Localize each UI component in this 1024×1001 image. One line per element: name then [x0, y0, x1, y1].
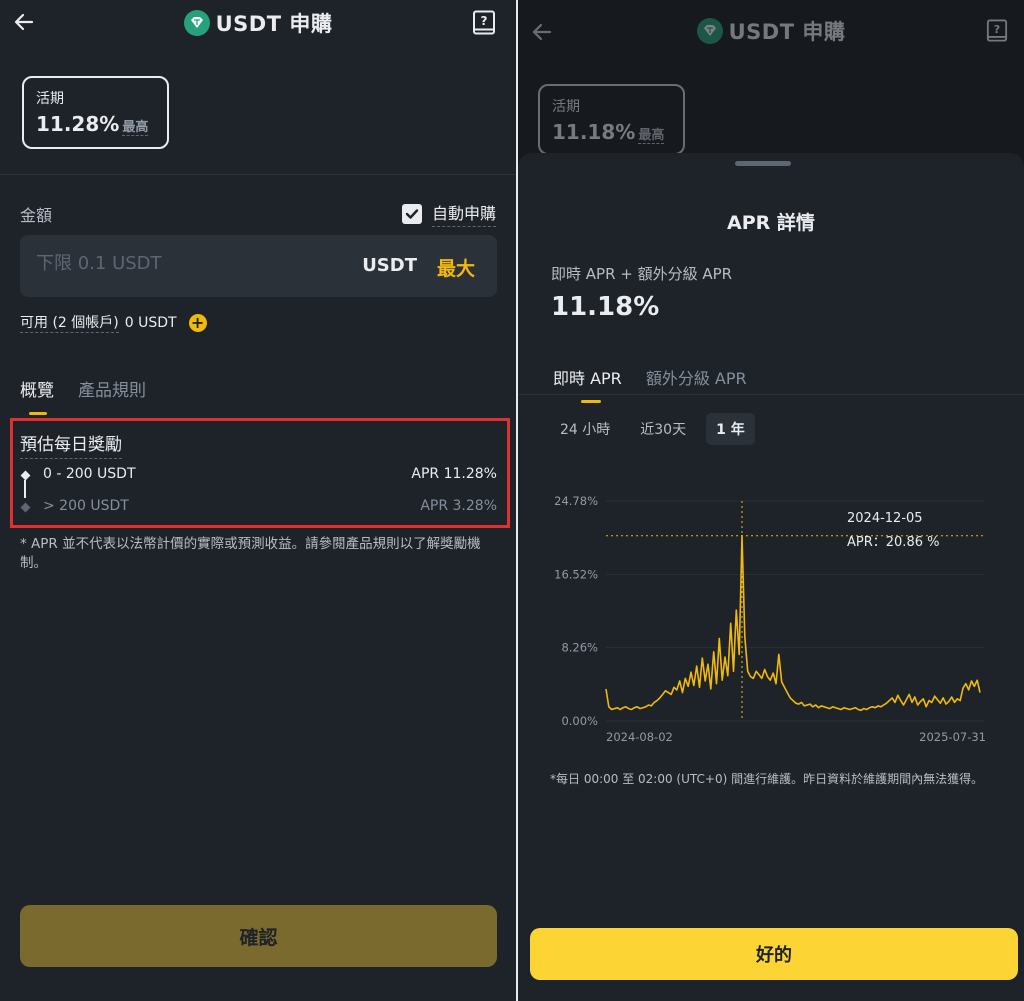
apr-tabs: 即時 APR 額外分級 APR — [553, 365, 747, 403]
auto-subscribe-label: 自動申購 — [431, 200, 496, 227]
tabs-divider — [518, 394, 1024, 395]
term-rate: 11.28% 最高 — [36, 112, 155, 136]
svg-text:?: ? — [481, 14, 488, 28]
amount-input[interactable] — [36, 253, 276, 274]
tab-overview[interactable]: 概覽 — [20, 376, 54, 415]
term-option-flexible: 活期 11.18% 最高 — [538, 84, 685, 155]
time-range-selector: 24 小時 近30天 1 年 — [550, 413, 755, 445]
tab-realtime-apr[interactable]: 即時 APR — [553, 365, 622, 403]
usdt-coin-icon — [183, 10, 210, 36]
section-divider — [0, 174, 516, 175]
tier-apr: APR 11.28% — [411, 466, 497, 482]
amount-unit: USDT — [362, 255, 417, 276]
usdt-coin-icon — [696, 18, 723, 44]
page-title: USDT 申購 — [215, 12, 333, 36]
term-rate: 11.18% 最高 — [552, 120, 671, 144]
sheet-drag-handle[interactable] — [735, 161, 791, 166]
tier-range: 0 - 200 USDT — [43, 466, 136, 482]
dimmed-background[interactable]: USDT 申購 ? 活期 11.18% 最高 — [518, 0, 1024, 175]
left-screen: USDT 申購 ? 活期 11.28%最高 金額 自動申購 USDT 最大 可用… — [0, 0, 516, 1001]
range-24h[interactable]: 24 小時 — [550, 413, 620, 445]
help-book-icon: ? — [986, 19, 1008, 42]
range-30d[interactable]: 近30天 — [630, 413, 696, 445]
term-label: 活期 — [552, 99, 580, 115]
term-label: 活期 — [36, 91, 64, 107]
amount-field: USDT 最大 — [20, 235, 497, 297]
apr-details-sheet: APR 詳情 即時 APR + 額外分級 APR 11.18% 即時 APR 額… — [518, 153, 1024, 1001]
checkmark-icon — [405, 208, 419, 219]
y-tick-label: 0.00% — [561, 714, 598, 728]
total-apr-value: 11.18% — [551, 292, 660, 322]
term-rate-value: 11.28% — [36, 112, 120, 136]
top-bar: USDT 申購 ? — [0, 0, 516, 48]
y-tick-label: 24.78% — [554, 494, 598, 508]
auto-subscribe-toggle[interactable]: 自動申購 — [401, 200, 496, 227]
term-max-label: 最高 — [638, 128, 665, 144]
maintenance-note: *每日 00:00 至 02:00 (UTC+0) 間進行維護。昨日資料於維護期… — [550, 772, 984, 786]
tooltip-value: APR：20.86 % — [847, 535, 939, 550]
available-label[interactable]: 可用 (2 個帳戶) — [20, 312, 119, 333]
x-tick-label: 2024-08-02 — [606, 730, 673, 744]
apr-line-chart[interactable]: 0.00% 8.26% 16.52% 24.78% 2024-08-02 2025-07-… — [542, 483, 1012, 753]
y-tick-label: 16.52% — [554, 567, 598, 581]
svg-text:?: ? — [994, 23, 1000, 36]
apr-composition-label: 即時 APR + 額外分級 APR — [551, 265, 733, 283]
page-title-group: USDT 申購 — [518, 16, 1024, 46]
confirm-button[interactable]: 確認 — [20, 905, 497, 967]
help-book-icon[interactable]: ? — [472, 10, 496, 36]
page-title-group: USDT 申購 — [0, 8, 516, 38]
tooltip-date: 2024-12-05 — [847, 511, 923, 526]
tab-bonus-tier-apr[interactable]: 額外分級 APR — [646, 365, 747, 403]
series-line — [605, 535, 981, 712]
ok-button[interactable]: 好的 — [530, 928, 1018, 980]
y-tick-label: 8.26% — [561, 641, 598, 655]
amount-label: 金額 — [20, 206, 53, 225]
estimated-daily-reward-title[interactable]: 預估每日獎勵 — [20, 430, 122, 459]
term-max-label: 最高 — [122, 120, 149, 136]
x-tick-label: 2025-07-31 — [919, 730, 986, 744]
disclaimer-note: * APR 並不代表以法幣計價的實際或預測收益。請參閱產品規則以了解獎勵機制。 — [20, 536, 481, 571]
info-tabs: 概覽 產品規則 — [20, 376, 146, 415]
add-funds-icon[interactable]: + — [188, 313, 207, 332]
tier-range: > 200 USDT — [43, 498, 129, 514]
term-option-flexible[interactable]: 活期 11.28% 最高 — [22, 76, 169, 149]
tab-product-rules[interactable]: 產品規則 — [78, 376, 146, 415]
available-value: 0 USDT — [124, 314, 177, 331]
sheet-title: APR 詳情 — [727, 212, 815, 234]
range-1y[interactable]: 1 年 — [706, 413, 755, 445]
tier-connector — [24, 480, 26, 498]
term-rate-value: 11.18% — [552, 120, 636, 144]
max-button[interactable]: 最大 — [437, 254, 475, 281]
right-screen: USDT 申購 ? 活期 11.18% 最高 APR 詳情 即時 APR + 額外… — [518, 0, 1024, 1001]
auto-subscribe-checkbox[interactable] — [401, 203, 422, 224]
tier-apr: APR 3.28% — [420, 498, 497, 514]
available-balance: 可用 (2 個帳戶) 0 USDT + — [20, 312, 207, 333]
page-title: USDT 申購 — [728, 20, 846, 44]
